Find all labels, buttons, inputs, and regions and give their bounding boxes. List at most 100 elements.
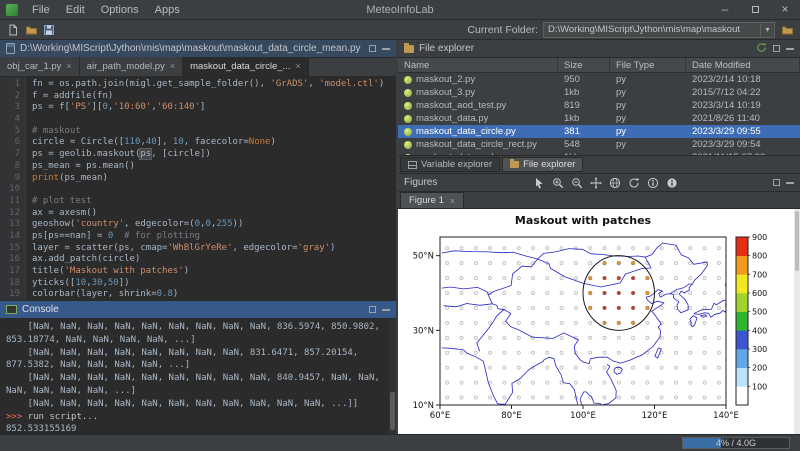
editor-tab-label: obj_car_1.py (7, 61, 61, 72)
table-row[interactable]: maskout_3.py1kbpy2015/7/12 04:22 (398, 86, 800, 99)
line-number: 15 (0, 243, 20, 255)
menu-bar: FileEditOptionsApps (24, 0, 188, 20)
minimize-panel-icon[interactable] (786, 182, 794, 184)
figure-tab-label: Figure 1 (409, 195, 444, 206)
minimize-panel-icon[interactable] (382, 309, 390, 311)
code-line: print(ps_mean) (32, 173, 396, 185)
menu-apps[interactable]: Apps (147, 0, 188, 20)
file-table-body: maskout_2.py950py2023/2/14 10:18maskout_… (398, 73, 800, 155)
table-row[interactable]: maskout_2.py950py2023/2/14 10:18 (398, 73, 800, 86)
zoom-in-icon[interactable] (550, 176, 566, 190)
colorbar-label: 300 (752, 345, 767, 354)
menu-edit[interactable]: Edit (58, 0, 93, 20)
menu-options[interactable]: Options (93, 0, 147, 20)
zoom-out-icon[interactable] (569, 176, 585, 190)
file-type-cell: py (610, 99, 686, 112)
column-header-file-type[interactable]: File Type (610, 58, 686, 72)
maximize-icon (752, 6, 759, 13)
float-panel-icon[interactable] (369, 306, 376, 313)
colorbar-label: 400 (752, 326, 767, 335)
column-header-name[interactable]: Name (398, 58, 558, 72)
tab-file-explorer[interactable]: File explorer (502, 157, 583, 172)
pan-icon[interactable] (588, 176, 604, 190)
refresh-icon[interactable] (756, 40, 767, 58)
colorbar-label: 600 (752, 289, 767, 298)
column-header-size[interactable]: Size (558, 58, 610, 72)
line-number: 19 (0, 289, 20, 300)
meteoinfolab-window: FileEditOptionsApps MeteoInfoLab – × Cur… (0, 0, 800, 451)
open-folder-icon[interactable] (22, 22, 40, 38)
dropdown-arrow-icon[interactable]: ▾ (760, 23, 774, 37)
colorbar-label: 900 (752, 233, 767, 242)
memory-indicator[interactable]: 4% / 4.0G (682, 437, 790, 449)
close-tab-icon[interactable]: × (170, 62, 175, 71)
maximize-button[interactable] (740, 0, 770, 19)
scrollbar-thumb[interactable] (390, 392, 395, 430)
float-panel-icon[interactable] (369, 45, 376, 52)
scrollbar-thumb[interactable] (795, 211, 799, 271)
float-panel-icon[interactable] (773, 45, 780, 52)
figure-canvas[interactable]: Maskout with patches60°E80°E100°E120°E14… (398, 209, 800, 434)
new-file-icon[interactable] (4, 22, 22, 38)
map-outlines (442, 243, 726, 405)
float-panel-icon[interactable] (773, 179, 780, 186)
console-scrollbar[interactable] (389, 319, 396, 434)
info-icon[interactable] (664, 176, 680, 190)
editor-tab[interactable]: air_path_model.py× (80, 57, 183, 76)
current-folder-combobox[interactable]: D:\Working\MIScript\Jython\mis\map\masko… (543, 22, 775, 38)
colorbar: 100200300400500600700800900 (736, 233, 767, 405)
minimize-panel-icon[interactable] (786, 48, 794, 50)
colorbar-label: 800 (752, 252, 767, 261)
console-output[interactable]: [NaN, NaN, NaN, NaN, NaN, NaN, NaN, NaN,… (0, 319, 396, 434)
console-panel: Console [NaN, NaN, NaN, NaN, NaN, NaN, N… (0, 300, 396, 434)
console-line: [NaN, NaN, NaN, NaN, NaN, NaN, NaN, NaN,… (6, 399, 386, 412)
code-line: colorbar(layer, shrink=0.8) (32, 289, 396, 300)
file-date-cell: 2015/7/12 04:22 (686, 86, 800, 99)
line-number: 10 (0, 184, 20, 196)
bottom-tab-label: Variable explorer (421, 159, 492, 170)
figure-tab[interactable]: Figure 1 × (400, 192, 464, 208)
column-header-date-modified[interactable]: Date Modified (686, 58, 800, 72)
explorer-bottom-tabs: Variable explorer File explorer (398, 155, 800, 173)
minimize-panel-icon[interactable] (382, 48, 390, 50)
table-row[interactable]: maskout_aod_test.py819py2023/3/14 10:19 (398, 99, 800, 112)
folder-icon (510, 161, 519, 168)
table-icon (408, 161, 417, 169)
close-tab-icon[interactable]: × (295, 62, 300, 71)
y-tick-label: 50°N (413, 252, 434, 262)
file-name-cell: maskout_data.py (398, 112, 558, 125)
file-type-cell: py (610, 125, 686, 138)
figure-scrollbar[interactable] (794, 209, 800, 434)
close-tab-icon[interactable]: × (66, 62, 71, 71)
editor-tab[interactable]: maskout_data_circle_...× (183, 57, 309, 76)
file-size-cell: 1kb (558, 86, 610, 99)
console-icon (6, 305, 17, 314)
figures-toolbar (531, 176, 680, 190)
browse-folder-button[interactable] (778, 22, 796, 38)
table-row[interactable]: maskout_data.py1kbpy2021/8/26 11:40 (398, 112, 800, 125)
editor-code[interactable]: fn = os.path.join(migl.get_sample_folder… (26, 77, 396, 300)
close-button[interactable]: × (770, 0, 800, 19)
identify-icon[interactable] (645, 176, 661, 190)
table-row[interactable]: maskout_data_circle_rect.py548py2023/3/2… (398, 138, 800, 151)
tab-variable-explorer[interactable]: Variable explorer (400, 157, 500, 172)
menu-file[interactable]: File (24, 0, 58, 20)
minimize-button[interactable]: – (710, 0, 740, 19)
colorbar-label: 200 (752, 364, 767, 373)
code-line: ps_mean = ps.mean() (32, 161, 396, 173)
globe-icon[interactable] (607, 176, 623, 190)
figure-tab-bar: Figure 1 × (398, 192, 800, 209)
figures-panel: Figures Figure 1 × Maskout with patches6… (398, 173, 800, 434)
py-file-icon (404, 115, 412, 123)
editor-tab[interactable]: obj_car_1.py × (0, 57, 80, 76)
select-arrow-icon[interactable] (531, 176, 547, 190)
x-tick-label: 100°E (570, 411, 596, 421)
console-line: [NaN, NaN, NaN, NaN, NaN, NaN, NaN, NaN,… (6, 373, 386, 386)
file-date-cell: 2023/2/14 10:18 (686, 73, 800, 86)
x-tick-label: 60°E (430, 411, 450, 421)
rotate-icon[interactable] (626, 176, 642, 190)
table-row[interactable]: maskout_data_circle.py381py2023/3/29 09:… (398, 125, 800, 138)
line-number: 5 (0, 126, 20, 138)
close-tab-icon[interactable]: × (450, 196, 455, 206)
save-icon[interactable] (40, 22, 58, 38)
